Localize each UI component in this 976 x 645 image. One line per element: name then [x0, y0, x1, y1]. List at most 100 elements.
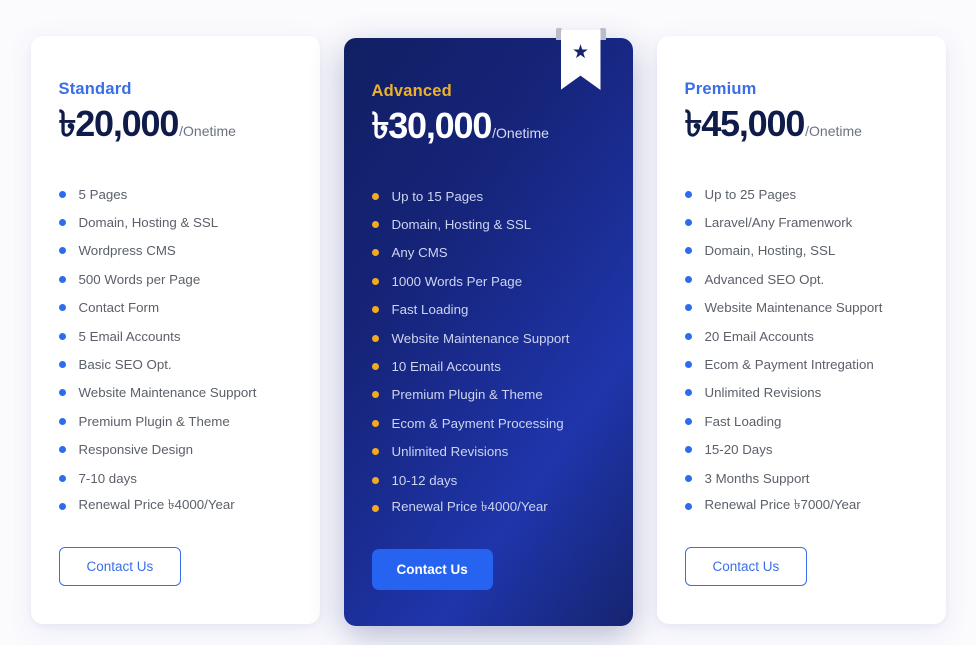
feature-label: Renewal Price ৳4000/Year — [391, 499, 548, 515]
bullet-icon — [58, 502, 66, 510]
pricing-card-premium: Premium ৳45,000 /Onetime Up to 25 Pages … — [656, 36, 946, 624]
feature-item: Wordpress CMS — [58, 237, 292, 265]
price-row: ৳20,000 /Onetime — [59, 106, 292, 142]
feature-label: Wordpress CMS — [78, 243, 176, 259]
bullet-icon — [684, 190, 692, 198]
bullet-icon — [371, 221, 379, 229]
bullet-icon — [371, 391, 379, 399]
feature-item: Domain, Hosting, SSL — [684, 237, 918, 265]
pricing-card-advanced: ★ Advanced ৳30,000 /Onetime Up to 15 Pag… — [343, 28, 633, 626]
feature-item: Domain, Hosting & SSL — [58, 208, 292, 236]
feature-item: Renewal Price ৳7000/Year — [684, 492, 918, 520]
bullet-icon — [58, 275, 66, 283]
feature-label: Ecom & Payment Processing — [391, 415, 564, 431]
feature-label: Up to 15 Pages — [391, 188, 484, 204]
feature-item: 3 Months Support — [684, 464, 918, 492]
feature-item: Fast Loading — [684, 407, 918, 435]
bullet-icon — [371, 277, 379, 285]
bullet-icon — [58, 417, 66, 425]
bullet-icon — [58, 219, 66, 227]
feature-label: Ecom & Payment Intregation — [704, 357, 874, 373]
feature-item: Any CMS — [371, 239, 605, 267]
plan-name: Standard — [58, 80, 132, 98]
feature-label: Basic SEO Opt. — [78, 357, 172, 373]
feature-item: Contact Form — [58, 294, 292, 322]
feature-label: 3 Months Support — [704, 470, 810, 486]
feature-item: Advanced SEO Opt. — [684, 265, 918, 293]
feature-item: 10-12 days — [371, 466, 605, 494]
feature-label: Fast Loading — [704, 413, 782, 429]
bullet-icon — [58, 304, 66, 312]
bullet-icon — [371, 363, 379, 371]
contact-us-button[interactable]: Contact Us — [58, 546, 182, 586]
feature-label: Premium Plugin & Theme — [78, 413, 230, 429]
price-amount: ৳45,000 — [684, 103, 806, 144]
feature-label: Fast Loading — [391, 302, 469, 318]
bullet-icon — [371, 448, 379, 456]
bullet-icon — [58, 332, 66, 340]
bullet-icon — [58, 361, 66, 369]
feature-item: 5 Email Accounts — [58, 322, 292, 350]
feature-label: Renewal Price ৳4000/Year — [78, 497, 235, 513]
feature-label: 15-20 Days — [704, 442, 773, 458]
bullet-icon — [684, 474, 692, 482]
contact-us-button[interactable]: Contact Us — [684, 546, 808, 586]
feature-list: Up to 15 Pages Domain, Hosting & SSL Any… — [371, 182, 605, 523]
feature-label: 5 Email Accounts — [78, 328, 181, 344]
feature-item: 5 Pages — [58, 180, 292, 208]
contact-us-button[interactable]: Contact Us — [371, 548, 493, 590]
feature-item: Ecom & Payment Intregation — [684, 350, 918, 378]
bullet-icon — [684, 417, 692, 425]
bullet-icon — [684, 446, 692, 454]
bullet-icon — [58, 389, 66, 397]
feature-label: Any CMS — [391, 245, 448, 261]
feature-label: Website Maintenance Support — [704, 300, 883, 316]
feature-label: Advanced SEO Opt. — [704, 271, 825, 287]
bullet-icon — [58, 446, 66, 454]
feature-item: Premium Plugin & Theme — [58, 407, 292, 435]
feature-item: Fast Loading — [371, 296, 605, 324]
feature-item: Basic SEO Opt. — [58, 350, 292, 378]
featured-ribbon: ★ — [555, 28, 606, 90]
bullet-icon — [58, 247, 66, 255]
feature-label: Up to 25 Pages — [704, 186, 797, 202]
pricing-card-standard: Standard ৳20,000 /Onetime 5 Pages Domain… — [30, 36, 320, 624]
feature-label: 5 Pages — [78, 186, 128, 202]
feature-item: Unlimited Revisions — [684, 379, 918, 407]
feature-item: Website Maintenance Support — [684, 294, 918, 322]
feature-label: Website Maintenance Support — [78, 385, 257, 401]
feature-item: Website Maintenance Support — [58, 379, 292, 407]
feature-item: Ecom & Payment Processing — [371, 409, 605, 437]
feature-item: Up to 15 Pages — [371, 182, 605, 210]
feature-item: 15-20 Days — [684, 436, 918, 464]
feature-item: 7-10 days — [58, 464, 292, 492]
bullet-icon — [371, 306, 379, 314]
feature-label: Laravel/Any Framenwork — [704, 215, 853, 231]
bullet-icon — [371, 419, 379, 427]
price-amount: ৳30,000 — [371, 105, 493, 146]
feature-label: Unlimited Revisions — [704, 385, 822, 401]
feature-item: 10 Email Accounts — [371, 352, 605, 380]
bullet-icon — [684, 275, 692, 283]
price-period: /Onetime — [179, 123, 236, 139]
feature-item: Up to 25 Pages — [684, 180, 918, 208]
feature-label: 20 Email Accounts — [704, 328, 814, 344]
feature-label: 10 Email Accounts — [391, 359, 501, 375]
feature-list: Up to 25 Pages Laravel/Any Framenwork Do… — [684, 180, 918, 521]
feature-item: Domain, Hosting & SSL — [371, 210, 605, 238]
feature-label: Responsive Design — [78, 442, 194, 458]
star-icon: ★ — [571, 42, 590, 63]
feature-label: 7-10 days — [78, 470, 137, 486]
bullet-icon — [371, 334, 379, 342]
feature-item: Website Maintenance Support — [371, 324, 605, 352]
feature-item: Renewal Price ৳4000/Year — [58, 492, 292, 520]
bullet-icon — [58, 474, 66, 482]
feature-label: Contact Form — [78, 300, 160, 316]
pricing-table: Standard ৳20,000 /Onetime 5 Pages Domain… — [0, 0, 976, 645]
feature-label: Domain, Hosting & SSL — [391, 217, 532, 233]
bullet-icon — [684, 304, 692, 312]
feature-list: 5 Pages Domain, Hosting & SSL Wordpress … — [58, 180, 292, 521]
cta-wrap: Contact Us — [58, 546, 292, 586]
feature-item: Unlimited Revisions — [371, 438, 605, 466]
ribbon-body: ★ — [560, 30, 601, 90]
